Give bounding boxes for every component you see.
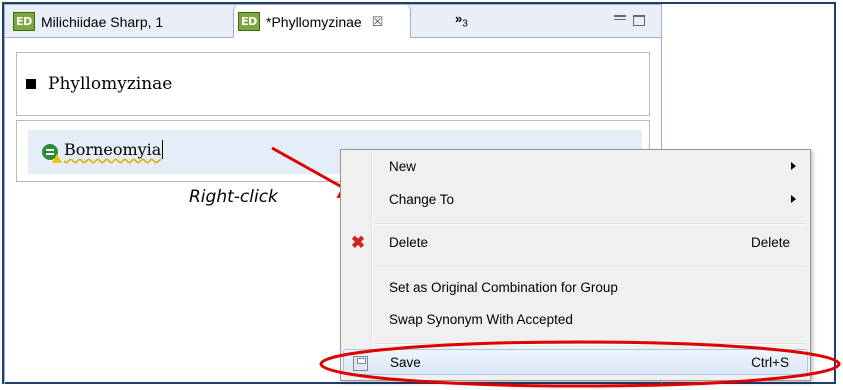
menu-item-label: Delete [389,235,429,250]
menu-item-new[interactable]: New [343,154,808,180]
menu-item-change-to[interactable]: Change To [343,187,808,213]
menu-item-label: Change To [389,192,455,207]
submenu-arrow-icon [791,195,796,203]
floppy-disk-icon [353,356,368,371]
menu-item-label: New [389,159,417,174]
context-menu: New Change To ✖ Delete Delete Set as Ori… [340,149,811,381]
menu-item-delete[interactable]: ✖ Delete Delete [343,230,808,256]
right-click-annotation: Right-click [189,187,278,207]
menu-item-shortcut: Delete [750,235,790,250]
menu-item-label: Save [390,355,421,370]
menu-item-label: Set as Original Combination for Group [389,280,618,295]
menu-item-label: Swap Synonym With Accepted [389,312,573,327]
menu-separator [375,343,805,345]
menu-item-set-original-combination[interactable]: Set as Original Combination for Group [343,275,808,301]
menu-icon-gutter [371,152,373,378]
menu-item-shortcut: Ctrl+S [751,355,789,370]
menu-separator [375,266,805,268]
red-x-icon: ✖ [350,233,366,252]
menu-item-save[interactable]: Save Ctrl+S [343,349,808,375]
submenu-arrow-icon [791,162,796,170]
menu-separator [375,223,805,225]
menu-item-swap-synonym[interactable]: Swap Synonym With Accepted [343,307,808,333]
